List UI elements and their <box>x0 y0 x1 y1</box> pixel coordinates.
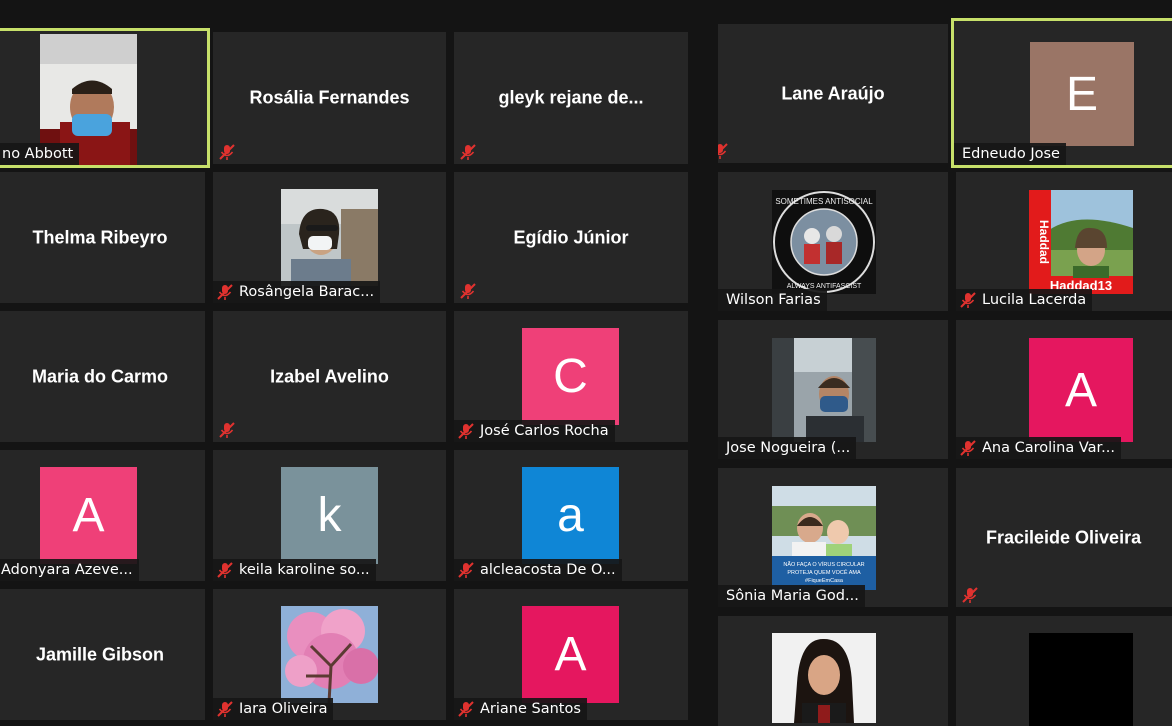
participant-tile-8[interactable]: Egídio Júnior <box>454 172 688 303</box>
person-video-frame <box>281 189 378 286</box>
participant-video-19: NÃO FAÇA O VÍRUS CIRCULAR PROTEJA QUEM V… <box>772 486 876 590</box>
mic-muted-icon <box>960 292 976 308</box>
participant-name-label: Ana Carolina Var... <box>956 437 1122 459</box>
participant-tile-7[interactable]: Rosângela Barac... <box>213 172 446 303</box>
participant-tile-14[interactable]: Jose Nogueira (... <box>718 320 948 459</box>
caption-line-2: PROTEJA QUEM VOCÊ AMA <box>787 568 861 576</box>
participant-tile-9[interactable]: SOMETIMES ANTISOCIAL ALWAYS ANTIFASCIST … <box>718 172 948 311</box>
participant-tile-6[interactable]: Thelma Ribeyro <box>0 172 205 303</box>
participant-avatar: A <box>1029 338 1133 442</box>
participant-video-14 <box>772 338 876 442</box>
caption-line-1: NÃO FAÇA O VÍRUS CIRCULAR <box>783 561 864 568</box>
participant-name-label: Ariane Santos <box>454 698 587 720</box>
mic-muted-icon <box>217 284 233 300</box>
participant-video-9: SOMETIMES ANTISOCIAL ALWAYS ANTIFASCIST <box>772 190 876 294</box>
participant-name-label: alcleacosta De O... <box>454 559 622 581</box>
mic-muted-icon <box>458 562 474 578</box>
participant-tile-16[interactable]: A Adonyara Azeve... <box>0 450 205 581</box>
participant-name: Lane Araújo <box>781 83 885 103</box>
participant-video-7 <box>281 189 378 286</box>
participant-name-label: Wilson Farias <box>718 289 827 311</box>
participant-avatar: k <box>281 467 378 564</box>
participant-name-label: Rosângela Barac... <box>213 281 381 303</box>
mic-muted-icon <box>458 701 474 717</box>
participant-name: Egídio Júnior <box>513 227 629 247</box>
participant-tile-13[interactable]: C José Carlos Rocha <box>454 311 688 442</box>
participant-name-label: Lucila Lacerda <box>956 289 1093 311</box>
participant-name: Rosália Fernandes <box>249 87 410 108</box>
participant-video-25 <box>1029 633 1133 726</box>
participant-tile-5[interactable]: E Edneudo Jose <box>951 18 1172 168</box>
participant-name: Jamille Gibson <box>35 644 165 664</box>
mic-muted-icon <box>217 701 233 717</box>
participant-name-label: keila karoline so... <box>213 559 376 581</box>
participant-tile-19[interactable]: NÃO FAÇA O VÍRUS CIRCULAR PROTEJA QUEM V… <box>718 468 948 607</box>
mic-muted-icon <box>960 440 976 456</box>
participant-video-10: Haddad Haddad13 <box>1029 190 1133 294</box>
woman-portrait-image <box>772 633 876 723</box>
participant-name: Izabel Avelino <box>270 366 389 386</box>
participant-tile-3[interactable]: gleyk rejane de... <box>454 32 688 164</box>
participant-name-label: no Abbott <box>0 143 80 165</box>
campaign-banner-image: Haddad Haddad13 <box>1029 190 1133 294</box>
participant-tile-23[interactable]: A Ariane Santos <box>454 589 688 720</box>
participant-tile-11[interactable]: Maria do Carmo <box>0 311 205 442</box>
participant-avatar: A <box>40 467 137 564</box>
mic-muted-icon <box>962 587 978 603</box>
participant-tile-18[interactable]: a alcleacosta De O... <box>454 450 688 581</box>
participant-name-label: José Carlos Rocha <box>454 420 615 442</box>
mic-muted-icon <box>219 144 235 160</box>
participant-name-label: Jose Nogueira (... <box>718 437 857 459</box>
participant-name-label: Iara Oliveira <box>213 698 334 720</box>
participant-avatar: E <box>1030 42 1134 146</box>
participant-tile-24[interactable] <box>718 616 948 726</box>
flowering-tree-image <box>281 606 378 703</box>
mic-muted-icon <box>460 283 476 299</box>
mic-muted-icon <box>458 423 474 439</box>
person-in-car-image <box>772 338 876 442</box>
participant-tile-21[interactable]: Jamille Gibson <box>0 589 205 720</box>
participant-video-22 <box>281 606 378 703</box>
participant-tile-15[interactable]: A Ana Carolina Var... <box>956 320 1172 459</box>
participant-name-label: Edneudo Jose <box>954 143 1066 165</box>
participant-tile-17[interactable]: k keila karoline so... <box>213 450 446 581</box>
participant-tile-22[interactable]: Iara Oliveira <box>213 589 446 720</box>
participant-avatar: A <box>522 606 619 703</box>
participant-tile-2[interactable]: Rosália Fernandes <box>213 32 446 164</box>
antifascist-badge-image: SOMETIMES ANTISOCIAL ALWAYS ANTIFASCIST <box>772 190 876 294</box>
participant-tile-25[interactable] <box>956 616 1172 726</box>
banner-vertical-text: Haddad <box>1037 220 1051 264</box>
participant-name: Fracileide Oliveira <box>986 527 1142 547</box>
caption-line-3: #FiqueEmCasa <box>805 578 844 584</box>
participant-video-24 <box>772 633 876 723</box>
mic-muted-icon <box>219 422 235 438</box>
participant-name-label: Sônia Maria God... <box>718 585 865 607</box>
participant-tile-12[interactable]: Izabel Avelino <box>213 311 446 442</box>
mic-muted-icon <box>217 562 233 578</box>
participant-name: Maria do Carmo <box>31 366 169 386</box>
participant-avatar: a <box>522 467 619 564</box>
participant-tile-1[interactable]: no Abbott <box>0 28 210 168</box>
participant-tile-4[interactable]: Lane Araújo <box>718 24 948 163</box>
participant-tile-10[interactable]: Haddad Haddad13 Lucila Lacerda <box>956 172 1172 311</box>
woman-and-child-image: NÃO FAÇA O VÍRUS CIRCULAR PROTEJA QUEM V… <box>772 486 876 590</box>
mic-muted-icon <box>718 143 728 159</box>
participant-name-label: Adonyara Azeve... <box>0 559 139 581</box>
participant-avatar: C <box>522 328 619 425</box>
participant-name: gleyk rejane de... <box>498 87 644 108</box>
badge-ring-top: SOMETIMES ANTISOCIAL <box>775 197 873 206</box>
mic-muted-icon <box>460 144 476 160</box>
participant-name: Thelma Ribeyro <box>32 227 168 247</box>
participant-tile-20[interactable]: Fracileide Oliveira <box>956 468 1172 607</box>
